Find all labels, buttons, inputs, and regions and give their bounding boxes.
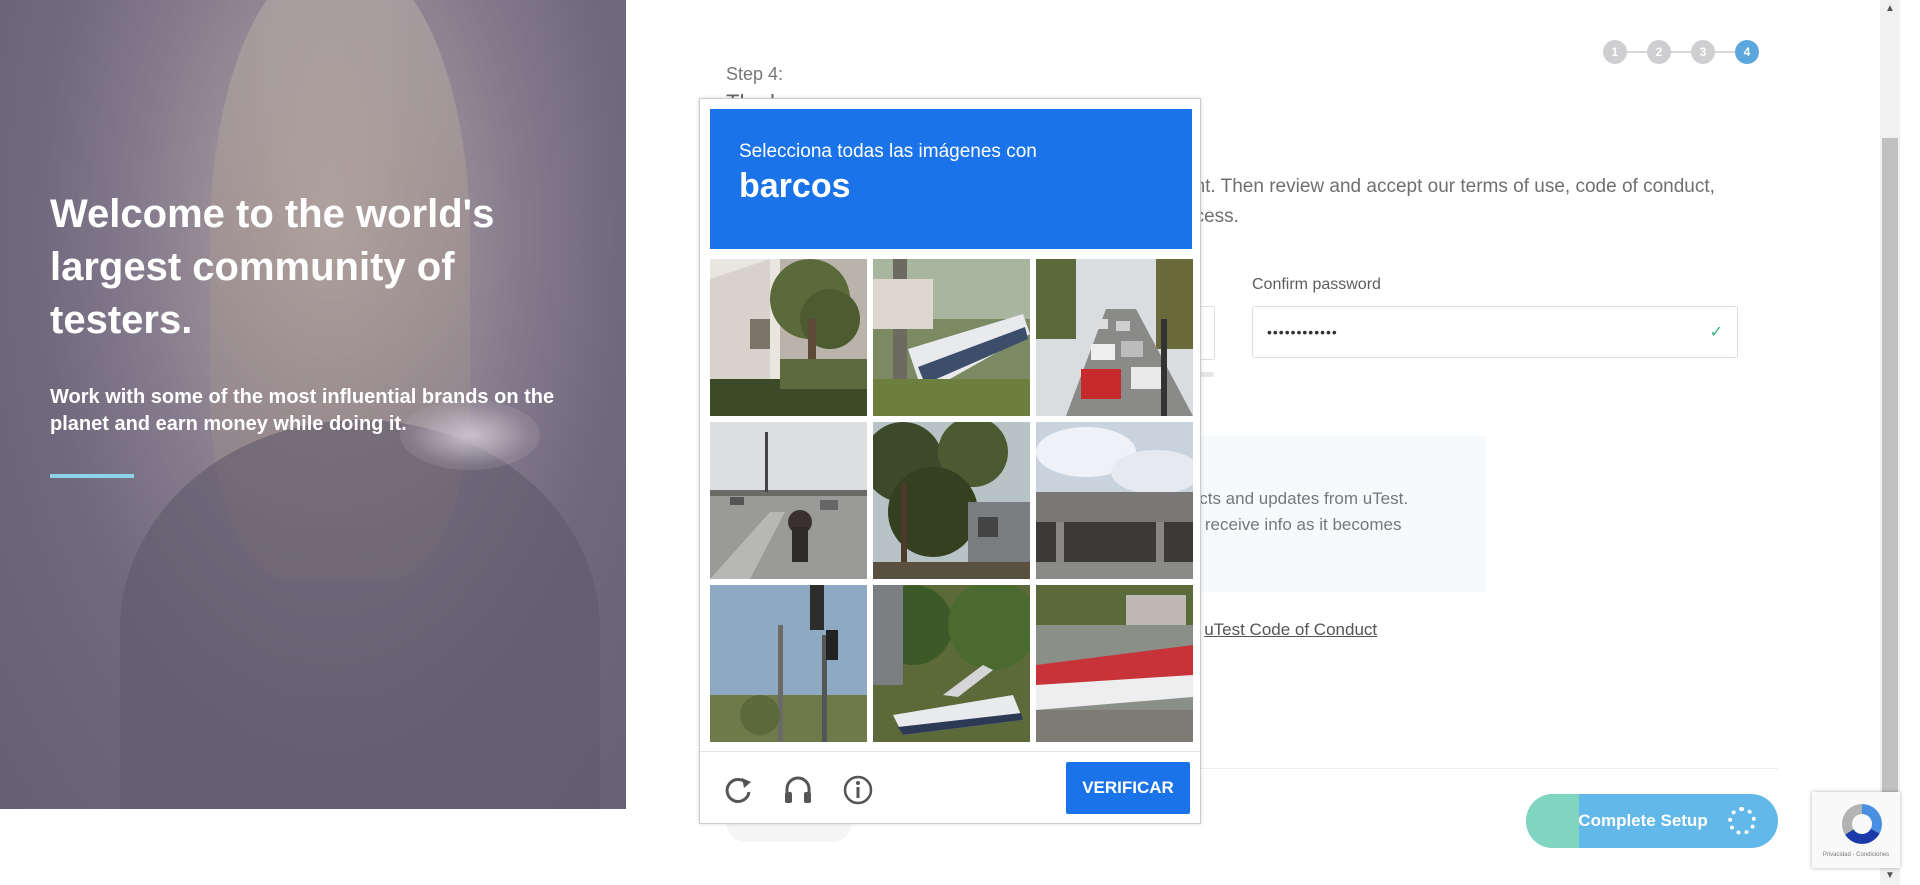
captcha-header: Selecciona todas las imágenes con barcos — [710, 109, 1192, 249]
captcha-target-word: barcos — [739, 167, 851, 205]
complete-setup-button[interactable]: Complete Setup — [1526, 794, 1778, 848]
step-1: 1 — [1603, 40, 1627, 64]
password-strength-bar — [1200, 372, 1214, 377]
hero-accent-line — [50, 474, 134, 478]
confirm-password-value: •••••••••••• — [1267, 324, 1338, 340]
verify-button[interactable]: VERIFICAR — [1066, 762, 1190, 814]
captcha-tile-traffic-light-pole[interactable] — [710, 585, 867, 742]
captcha-footer: VERIFICAR — [700, 751, 1200, 824]
captcha-tile-bridge-sky[interactable] — [1036, 422, 1193, 579]
loading-spinner-icon — [1728, 807, 1756, 835]
code-of-conduct-link[interactable]: uTest Code of Conduct — [1204, 620, 1377, 639]
step-connector — [1627, 51, 1647, 53]
password-field[interactable] — [1200, 306, 1215, 360]
captcha-tile-traffic-street[interactable] — [1036, 259, 1193, 416]
intro-text: unt. Then review and accept our terms of… — [1184, 172, 1715, 232]
confirm-password-label: Confirm password — [1252, 276, 1381, 293]
confirm-password-field[interactable]: •••••••••••• ✓ — [1252, 306, 1738, 358]
step-connector — [1671, 51, 1691, 53]
intro-line: unt. Then review and accept our terms of… — [1184, 176, 1715, 197]
optin-line: jects and updates from uTest. — [1186, 489, 1409, 508]
captcha-dialog: Selecciona todas las imágenes con barcos — [699, 98, 1201, 824]
captcha-tile-trees-cabin[interactable] — [873, 422, 1030, 579]
hero-title: Welcome to the world's largest community… — [50, 192, 495, 342]
recaptcha-terms[interactable]: Privacidad - Condiciones — [1816, 852, 1896, 858]
code-of-conduct-consent: e uTest Code of Conduct — [1190, 620, 1377, 640]
headphones-icon[interactable] — [782, 774, 814, 806]
check-icon: ✓ — [1709, 324, 1723, 341]
captcha-tile-highway-motorcycle[interactable] — [710, 422, 867, 579]
form-divider — [1186, 768, 1778, 769]
optin-line: to receive info as it becomes — [1186, 515, 1402, 534]
complete-setup-label: Complete Setup — [1578, 811, 1708, 830]
step-label: Step 4: — [726, 64, 784, 84]
captcha-tile-boat-trailer[interactable] — [873, 259, 1030, 416]
step-2: 2 — [1647, 40, 1671, 64]
hero-panel: Welcome to the world's largest community… — [0, 0, 626, 809]
step-3: 3 — [1691, 40, 1715, 64]
hero-subtitle: Work with some of the most influential b… — [50, 386, 555, 435]
captcha-tile-speedboat-trees[interactable] — [873, 585, 1030, 742]
progress-stepper: 1 2 3 4 — [1603, 40, 1759, 64]
optin-text[interactable]: jects and updates from uTest. to receive… — [1186, 486, 1408, 538]
reload-icon[interactable] — [722, 774, 754, 806]
captcha-tile-palm-house[interactable] — [710, 259, 867, 416]
captcha-instruction: Selecciona todas las imágenes con — [739, 141, 1037, 162]
step-connector — [1715, 51, 1735, 53]
scroll-up-arrow-icon[interactable]: ▲ — [1880, 0, 1900, 18]
scroll-down-arrow-icon[interactable]: ▼ — [1880, 867, 1900, 885]
scrollbar-thumb[interactable] — [1882, 138, 1898, 868]
recaptcha-logo-icon — [1842, 804, 1882, 844]
info-icon[interactable] — [842, 774, 874, 806]
captcha-tile-red-boat-trailer[interactable] — [1036, 585, 1193, 742]
intro-line: ocess. — [1184, 206, 1239, 227]
step-4: 4 — [1735, 40, 1759, 64]
recaptcha-badge[interactable]: Privacidad - Condiciones — [1812, 792, 1900, 868]
